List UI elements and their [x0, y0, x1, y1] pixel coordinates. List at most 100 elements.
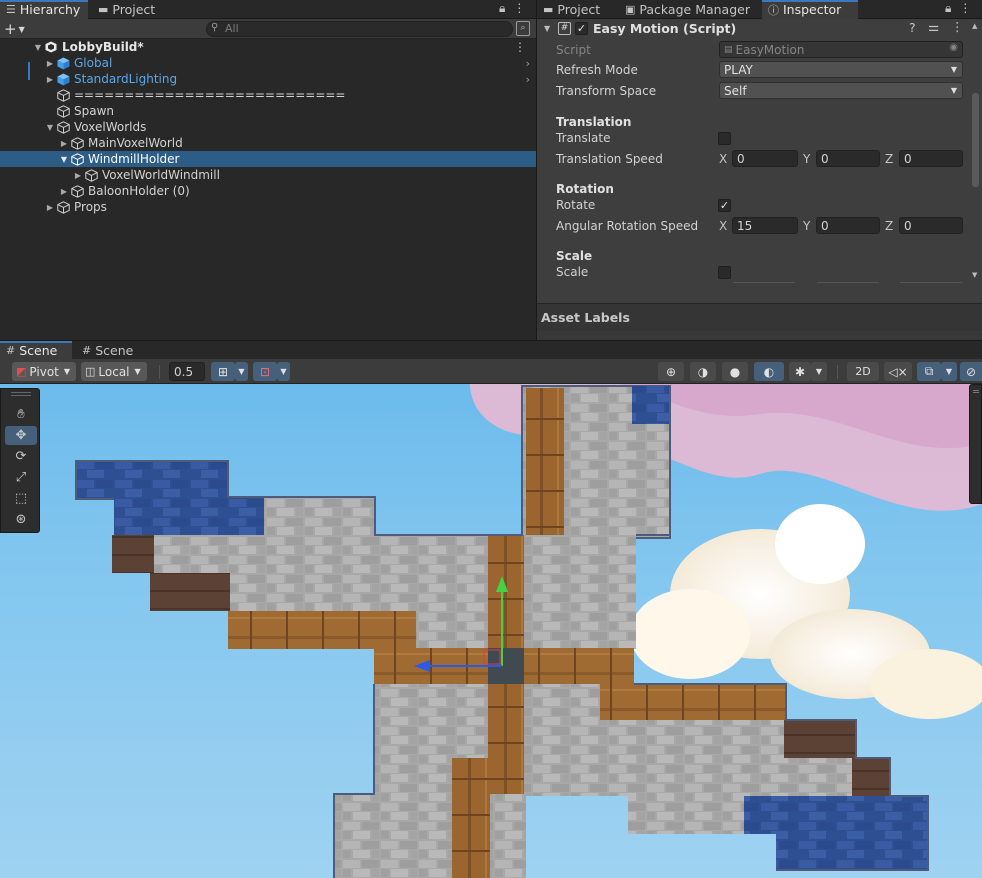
- scroll-down-icon[interactable]: ▼: [972, 271, 977, 279]
- expand-arrow-icon[interactable]: ▶: [44, 59, 56, 68]
- gizmo-layers-button[interactable]: ⧉: [917, 362, 941, 381]
- tree-item-voxelworlds[interactable]: ▼ VoxelWorlds: [0, 119, 536, 135]
- hand-tool-button[interactable]: ✋︎: [5, 405, 37, 424]
- translation-speed-y-input[interactable]: 0: [816, 150, 880, 167]
- grid-size-input[interactable]: 0.5: [169, 362, 205, 381]
- scene-search-icon[interactable]: ⌕: [516, 21, 530, 36]
- rotate-tool-button[interactable]: ⟳: [5, 447, 37, 466]
- lock-icon[interactable]: 🔒︎: [499, 1, 505, 16]
- tree-item-props[interactable]: ▶ Props: [0, 199, 536, 215]
- scale-field-x[interactable]: [733, 282, 795, 283]
- shaded-button[interactable]: ●: [722, 362, 748, 381]
- 2d-mode-button[interactable]: 2D: [847, 362, 879, 381]
- expand-arrow-icon[interactable]: ▶: [72, 171, 84, 180]
- angular-speed-x-input[interactable]: 15: [732, 217, 798, 234]
- tree-item-mainvoxelworld[interactable]: ▶ MainVoxelWorld: [0, 135, 536, 151]
- angular-speed-label: Angular Rotation Speed: [556, 219, 699, 233]
- help-icon[interactable]: ?: [909, 20, 916, 35]
- move-tool-button[interactable]: ✥: [5, 426, 37, 445]
- translation-speed-z-input[interactable]: 0: [899, 150, 963, 167]
- transform-space-dropdown[interactable]: Self ▼: [719, 82, 963, 99]
- add-object-button[interactable]: + ▼: [4, 20, 25, 38]
- expand-arrow-icon[interactable]: ▶: [58, 187, 70, 196]
- tree-item-spawn[interactable]: Spawn: [0, 103, 536, 119]
- gizmo-layers-dropdown[interactable]: ▼: [941, 362, 957, 381]
- angular-speed-y-input[interactable]: 0: [816, 217, 880, 234]
- scale-field-y[interactable]: [817, 282, 879, 283]
- tree-item-separator[interactable]: ===========================: [0, 87, 536, 103]
- scale-checkbox[interactable]: [718, 266, 731, 279]
- expand-arrow-icon[interactable]: ▼: [32, 43, 44, 52]
- tree-item-voxelworldwindmill[interactable]: ▶ VoxelWorldWindmill: [0, 167, 536, 183]
- pivot-dropdown[interactable]: ◩ Pivot ▼: [12, 362, 76, 381]
- scale-label: Scale: [556, 265, 589, 279]
- foldout-arrow-icon[interactable]: ▼: [544, 24, 552, 33]
- angular-speed-z-input[interactable]: 0: [899, 217, 963, 234]
- shaded-wireframe-button[interactable]: ◑: [690, 362, 716, 381]
- effects-button[interactable]: ✱: [789, 362, 811, 381]
- drag-handle-icon[interactable]: [973, 390, 979, 393]
- lock-icon[interactable]: 🔒︎: [945, 1, 951, 16]
- expand-arrow-icon[interactable]: ▶: [44, 75, 56, 84]
- visibility-toggle[interactable]: ⊘: [960, 362, 982, 381]
- component-header[interactable]: ▼ # ✓ Easy Motion (Script) ? ⚌ ⋮: [537, 19, 982, 37]
- inspector-scrollbar[interactable]: ▲ ▼: [969, 19, 982, 303]
- scene-viewport[interactable]: ✋︎ ✥ ⟳ ⤢ ⬚ ⊛: [0, 384, 982, 878]
- kebab-menu-icon[interactable]: ⋮: [514, 40, 526, 54]
- scene-right-overlay[interactable]: [969, 384, 982, 504]
- tab-project[interactable]: ▬ Project: [92, 0, 163, 19]
- tab-scene-2[interactable]: # Scene: [76, 341, 141, 360]
- scale-field-z[interactable]: [900, 282, 962, 283]
- tab-package-manager[interactable]: ▣ Package Manager: [619, 0, 758, 19]
- tab-inspector[interactable]: ⓘ Inspector: [762, 0, 858, 19]
- axis-z-label: Z: [885, 152, 894, 166]
- kebab-menu-icon[interactable]: ⋮: [959, 1, 971, 16]
- translation-speed-x-input[interactable]: 0: [732, 150, 798, 167]
- expand-arrow-icon[interactable]: ▶: [44, 203, 56, 212]
- increment-snap-dropdown[interactable]: ▼: [277, 362, 290, 381]
- object-picker-icon[interactable]: ◉: [949, 42, 958, 53]
- audio-toggle[interactable]: ◁×: [884, 362, 912, 381]
- translate-checkbox[interactable]: [718, 132, 731, 145]
- tree-item-baloonholder[interactable]: ▶ BaloonHolder (0): [0, 183, 536, 199]
- rotate-checkbox[interactable]: ✓: [718, 199, 731, 212]
- tree-item-windmillholder[interactable]: ▼ WindmillHolder: [0, 151, 536, 167]
- tree-item-standardlighting[interactable]: ▶ StandardLighting ›: [0, 71, 536, 87]
- transform-space-label: Transform Space: [556, 84, 657, 98]
- component-menu-icon[interactable]: ⋮: [951, 19, 964, 34]
- tab-hierarchy[interactable]: ☰ Hierarchy: [0, 0, 88, 19]
- effects-dropdown[interactable]: ▼: [811, 362, 827, 381]
- component-enabled-checkbox[interactable]: ✓: [575, 21, 588, 35]
- tree-item-lobbybuild[interactable]: ▼ LobbyBuild* ⋮: [0, 39, 536, 55]
- transform-tool-button[interactable]: ⊛: [5, 510, 37, 529]
- tab-project-2[interactable]: ▬ Project: [537, 0, 608, 19]
- refresh-mode-dropdown[interactable]: PLAY ▼: [719, 61, 963, 78]
- hand-icon: ✋︎: [17, 407, 25, 422]
- search-input[interactable]: ⚲ All: [206, 21, 513, 37]
- local-dropdown[interactable]: ◫ Local ▼: [81, 362, 147, 381]
- script-field[interactable]: ▤ EasyMotion ◉: [719, 41, 963, 58]
- drag-handle-icon[interactable]: [11, 392, 31, 396]
- component-title: Easy Motion (Script): [593, 20, 737, 36]
- asset-labels-header[interactable]: Asset Labels: [537, 303, 982, 331]
- lighting-toggle[interactable]: ◐: [754, 362, 784, 381]
- grid-snap-dropdown[interactable]: ▼: [235, 362, 248, 381]
- rect-tool-button[interactable]: ⬚: [5, 489, 37, 508]
- scale-tool-button[interactable]: ⤢: [5, 468, 37, 487]
- tab-scene-1[interactable]: # Scene: [0, 341, 72, 360]
- chevron-right-icon[interactable]: ›: [526, 57, 530, 70]
- preset-sliders-icon[interactable]: ⚌: [928, 19, 939, 34]
- draw-mode-button[interactable]: ⊕: [658, 362, 684, 381]
- grid-snap-toggle[interactable]: ⊞: [211, 362, 235, 381]
- increment-snap-toggle[interactable]: ⊡: [253, 362, 277, 381]
- kebab-menu-icon[interactable]: ⋮: [513, 1, 525, 16]
- scale-icon: ⤢: [15, 470, 27, 485]
- tree-item-global[interactable]: ▶ Global ›: [0, 55, 536, 80]
- chevron-right-icon[interactable]: ›: [526, 73, 530, 86]
- scroll-up-icon[interactable]: ▲: [972, 22, 977, 30]
- expand-arrow-icon[interactable]: ▼: [58, 155, 70, 164]
- expand-arrow-icon[interactable]: ▶: [58, 139, 70, 148]
- folder-icon: ▬: [98, 3, 109, 16]
- expand-arrow-icon[interactable]: ▼: [44, 123, 56, 132]
- scrollbar-thumb[interactable]: [972, 93, 979, 187]
